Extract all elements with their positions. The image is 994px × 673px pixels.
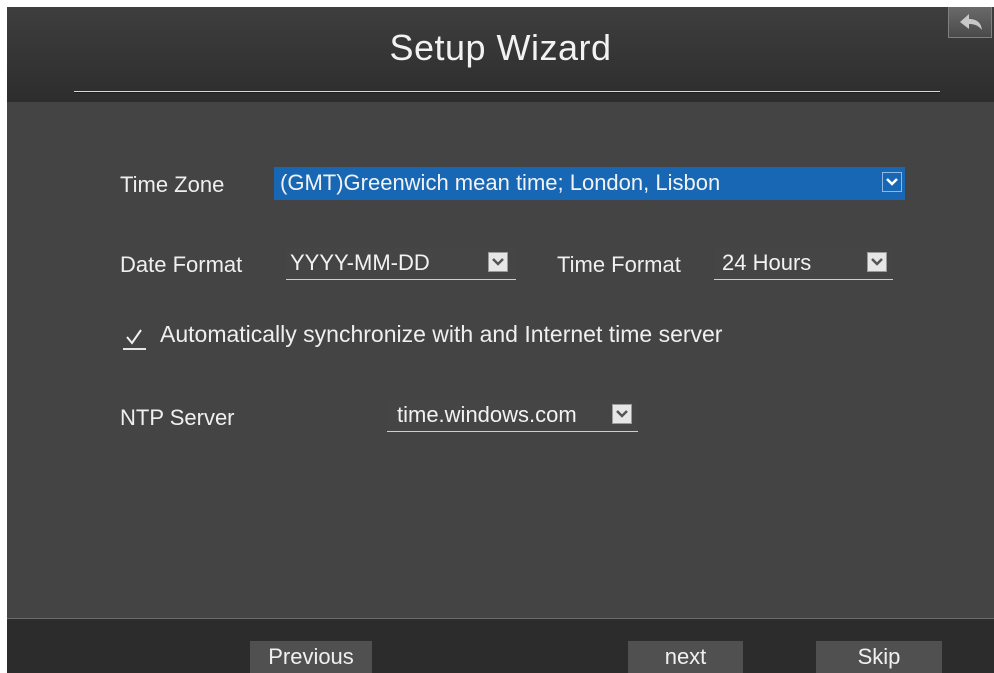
- ntp-server-value: time.windows.com: [397, 402, 577, 427]
- previous-button[interactable]: Previous: [250, 641, 372, 673]
- chevron-down-icon[interactable]: [488, 252, 508, 272]
- ntp-server-label: NTP Server: [120, 405, 235, 430]
- checkmark-icon: [126, 329, 142, 345]
- page-title: Setup Wizard: [389, 27, 612, 68]
- skip-button[interactable]: Skip: [816, 641, 942, 673]
- chevron-down-icon[interactable]: [882, 172, 902, 192]
- back-button[interactable]: [948, 7, 992, 38]
- chevron-down-icon[interactable]: [612, 404, 632, 424]
- auto-sync-label: Automatically synchronize with and Inter…: [160, 321, 723, 347]
- time-format-label: Time Format: [557, 252, 681, 277]
- chevron-down-icon[interactable]: [867, 252, 887, 272]
- date-format-value: YYYY-MM-DD: [290, 250, 430, 275]
- time-zone-value: (GMT)Greenwich mean time; London, Lisbon: [280, 170, 721, 195]
- auto-sync-checkbox[interactable]: [123, 327, 146, 350]
- back-arrow-icon: [960, 14, 982, 30]
- setup-wizard-window: Setup Wizard Time Zone (GMT)Greenwich me…: [7, 7, 994, 673]
- time-format-select[interactable]: 24 Hours: [714, 247, 893, 280]
- time-zone-select[interactable]: (GMT)Greenwich mean time; London, Lisbon: [274, 167, 905, 200]
- footer-bar: Previous next Skip: [7, 618, 994, 673]
- time-format-value: 24 Hours: [722, 250, 812, 275]
- ntp-server-select[interactable]: time.windows.com: [387, 399, 638, 432]
- date-format-select[interactable]: YYYY-MM-DD: [286, 247, 516, 280]
- header-bar: Setup Wizard: [7, 7, 994, 102]
- time-zone-label: Time Zone: [120, 172, 225, 197]
- date-format-label: Date Format: [120, 252, 243, 277]
- title-divider: [74, 91, 940, 93]
- next-button[interactable]: next: [628, 641, 743, 673]
